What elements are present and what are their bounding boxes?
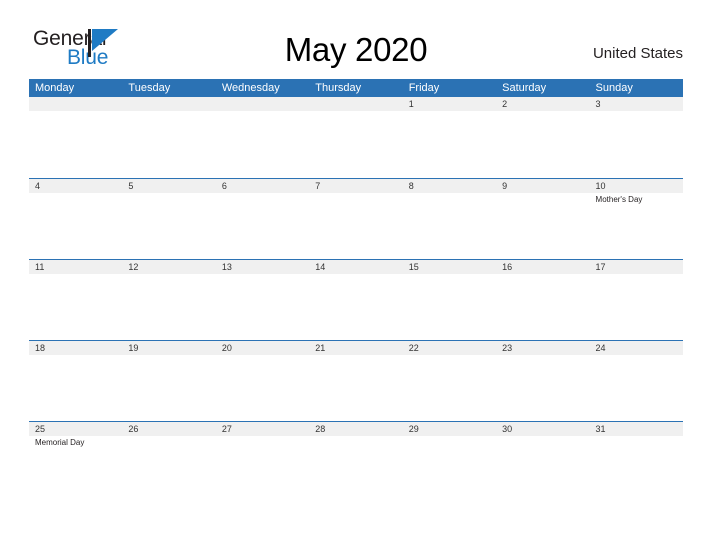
day-cell[interactable]: 26 (122, 422, 215, 436)
weekday-saturday: Saturday (502, 82, 547, 94)
day-event-memorial-day: Memorial Day (35, 438, 85, 447)
day-event (496, 355, 589, 369)
week-day-events: Mother's Day (29, 193, 683, 207)
day-event (309, 274, 402, 288)
day-event (403, 355, 496, 369)
day-cell[interactable]: 16 (496, 260, 589, 274)
week-day-events (29, 111, 683, 125)
day-cell[interactable] (29, 97, 122, 111)
day-cell[interactable]: 15 (403, 260, 496, 274)
day-cell[interactable] (216, 97, 309, 111)
day-cell[interactable]: 1 (403, 97, 496, 111)
week-day-numbers: 1 2 3 (29, 97, 683, 111)
day-event (403, 274, 496, 288)
day-event (122, 193, 215, 207)
day-event (496, 111, 589, 125)
day-cell[interactable]: 27 (216, 422, 309, 436)
day-cell[interactable]: 30 (496, 422, 589, 436)
day-cell[interactable]: 24 (590, 341, 683, 355)
day-event (122, 274, 215, 288)
week-row: 25 26 27 28 29 30 31 Memorial Day (29, 421, 683, 502)
day-cell[interactable]: 13 (216, 260, 309, 274)
day-event (29, 111, 122, 125)
day-event (29, 274, 122, 288)
day-cell[interactable]: 8 (403, 179, 496, 193)
day-event (403, 111, 496, 125)
weekday-thursday: Thursday (315, 82, 362, 94)
day-event (309, 355, 402, 369)
day-event (122, 355, 215, 369)
day-event (122, 111, 215, 125)
day-event (29, 193, 122, 207)
weekday-monday: Monday (35, 82, 75, 94)
day-cell[interactable]: 20 (216, 341, 309, 355)
day-event (216, 436, 309, 450)
day-cell[interactable]: 28 (309, 422, 402, 436)
day-event (216, 111, 309, 125)
day-cell[interactable]: 21 (309, 341, 402, 355)
day-cell[interactable]: 23 (496, 341, 589, 355)
day-event (309, 193, 402, 207)
week-row: 1 2 3 (29, 97, 683, 178)
day-cell[interactable]: 22 (403, 341, 496, 355)
day-event (590, 111, 683, 125)
calendar-grid: Monday Tuesday Wednesday Thursday Friday… (29, 79, 683, 502)
day-event (590, 355, 683, 369)
day-event (309, 111, 402, 125)
week-day-events (29, 355, 683, 369)
day-event (590, 274, 683, 288)
day-cell[interactable]: 25 (29, 422, 122, 436)
day-cell[interactable]: 18 (29, 341, 122, 355)
day-cell[interactable] (122, 97, 215, 111)
week-day-numbers: 25 26 27 28 29 30 31 (29, 422, 683, 436)
day-event (216, 274, 309, 288)
day-cell[interactable]: 3 (590, 97, 683, 111)
day-cell[interactable]: 12 (122, 260, 215, 274)
day-event (216, 355, 309, 369)
weekday-sunday: Sunday (595, 82, 633, 94)
day-event (496, 274, 589, 288)
day-cell[interactable]: 7 (309, 179, 402, 193)
day-cell[interactable]: 31 (590, 422, 683, 436)
day-cell[interactable]: 2 (496, 97, 589, 111)
day-cell[interactable]: 5 (122, 179, 215, 193)
week-day-events (29, 274, 683, 288)
day-cell[interactable]: 10 (590, 179, 683, 193)
day-cell[interactable]: 9 (496, 179, 589, 193)
day-event (29, 355, 122, 369)
week-row: 4 5 6 7 8 9 10 Mother's Day (29, 178, 683, 259)
day-cell[interactable]: 19 (122, 341, 215, 355)
weekday-tuesday: Tuesday (128, 82, 171, 94)
day-cell[interactable]: 17 (590, 260, 683, 274)
day-cell[interactable]: 6 (216, 179, 309, 193)
day-event (496, 436, 589, 450)
day-event-mothers-day: Mother's Day (595, 195, 643, 204)
day-cell[interactable]: 11 (29, 260, 122, 274)
day-event (590, 436, 683, 450)
week-day-numbers: 4 5 6 7 8 9 10 (29, 179, 683, 193)
page-header: General Blue May 2020 United States (0, 0, 712, 78)
weekday-wednesday: Wednesday (221, 82, 280, 94)
week-day-events: Memorial Day (29, 436, 683, 450)
day-event (309, 436, 402, 450)
week-day-numbers: 18 19 20 21 22 23 24 (29, 341, 683, 355)
day-cell[interactable]: 29 (403, 422, 496, 436)
week-row: 11 12 13 14 15 16 17 (29, 259, 683, 340)
day-cell[interactable] (309, 97, 402, 111)
day-event (216, 193, 309, 207)
weekday-friday: Friday (408, 82, 440, 94)
day-event (496, 193, 589, 207)
day-event (122, 436, 215, 450)
country-label: United States (592, 45, 683, 62)
week-day-numbers: 11 12 13 14 15 16 17 (29, 260, 683, 274)
day-cell[interactable]: 4 (29, 179, 122, 193)
calendar-page: General Blue May 2020 United States Mond… (0, 0, 712, 550)
day-event (403, 193, 496, 207)
week-row: 18 19 20 21 22 23 24 (29, 340, 683, 421)
day-event (403, 436, 496, 450)
day-cell[interactable]: 14 (309, 260, 402, 274)
weekday-header-row: Monday Tuesday Wednesday Thursday Friday… (29, 79, 683, 97)
